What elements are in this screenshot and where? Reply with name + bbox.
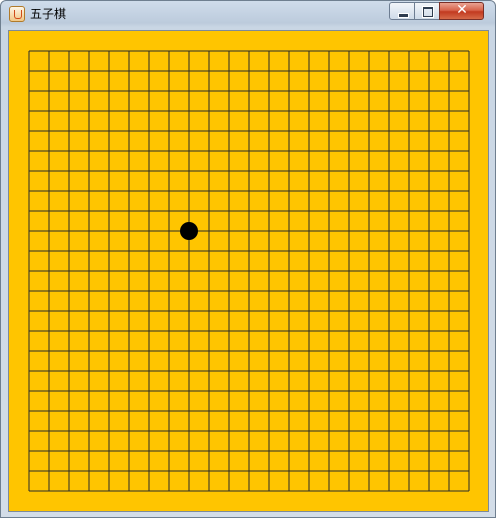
close-icon: ✕	[456, 2, 468, 18]
maximize-button[interactable]	[414, 2, 440, 20]
game-window: 五子棋 ✕	[0, 0, 496, 518]
window-title: 五子棋	[30, 7, 67, 21]
java-cup-icon	[9, 6, 25, 22]
close-button[interactable]: ✕	[439, 2, 484, 20]
title-bar[interactable]: 五子棋 ✕	[1, 1, 495, 27]
maximize-icon	[423, 7, 433, 17]
gomoku-board[interactable]	[9, 31, 488, 511]
black-stone	[180, 222, 198, 240]
minimize-icon	[398, 13, 409, 18]
minimize-button[interactable]	[389, 2, 415, 20]
game-canvas[interactable]	[8, 30, 489, 512]
